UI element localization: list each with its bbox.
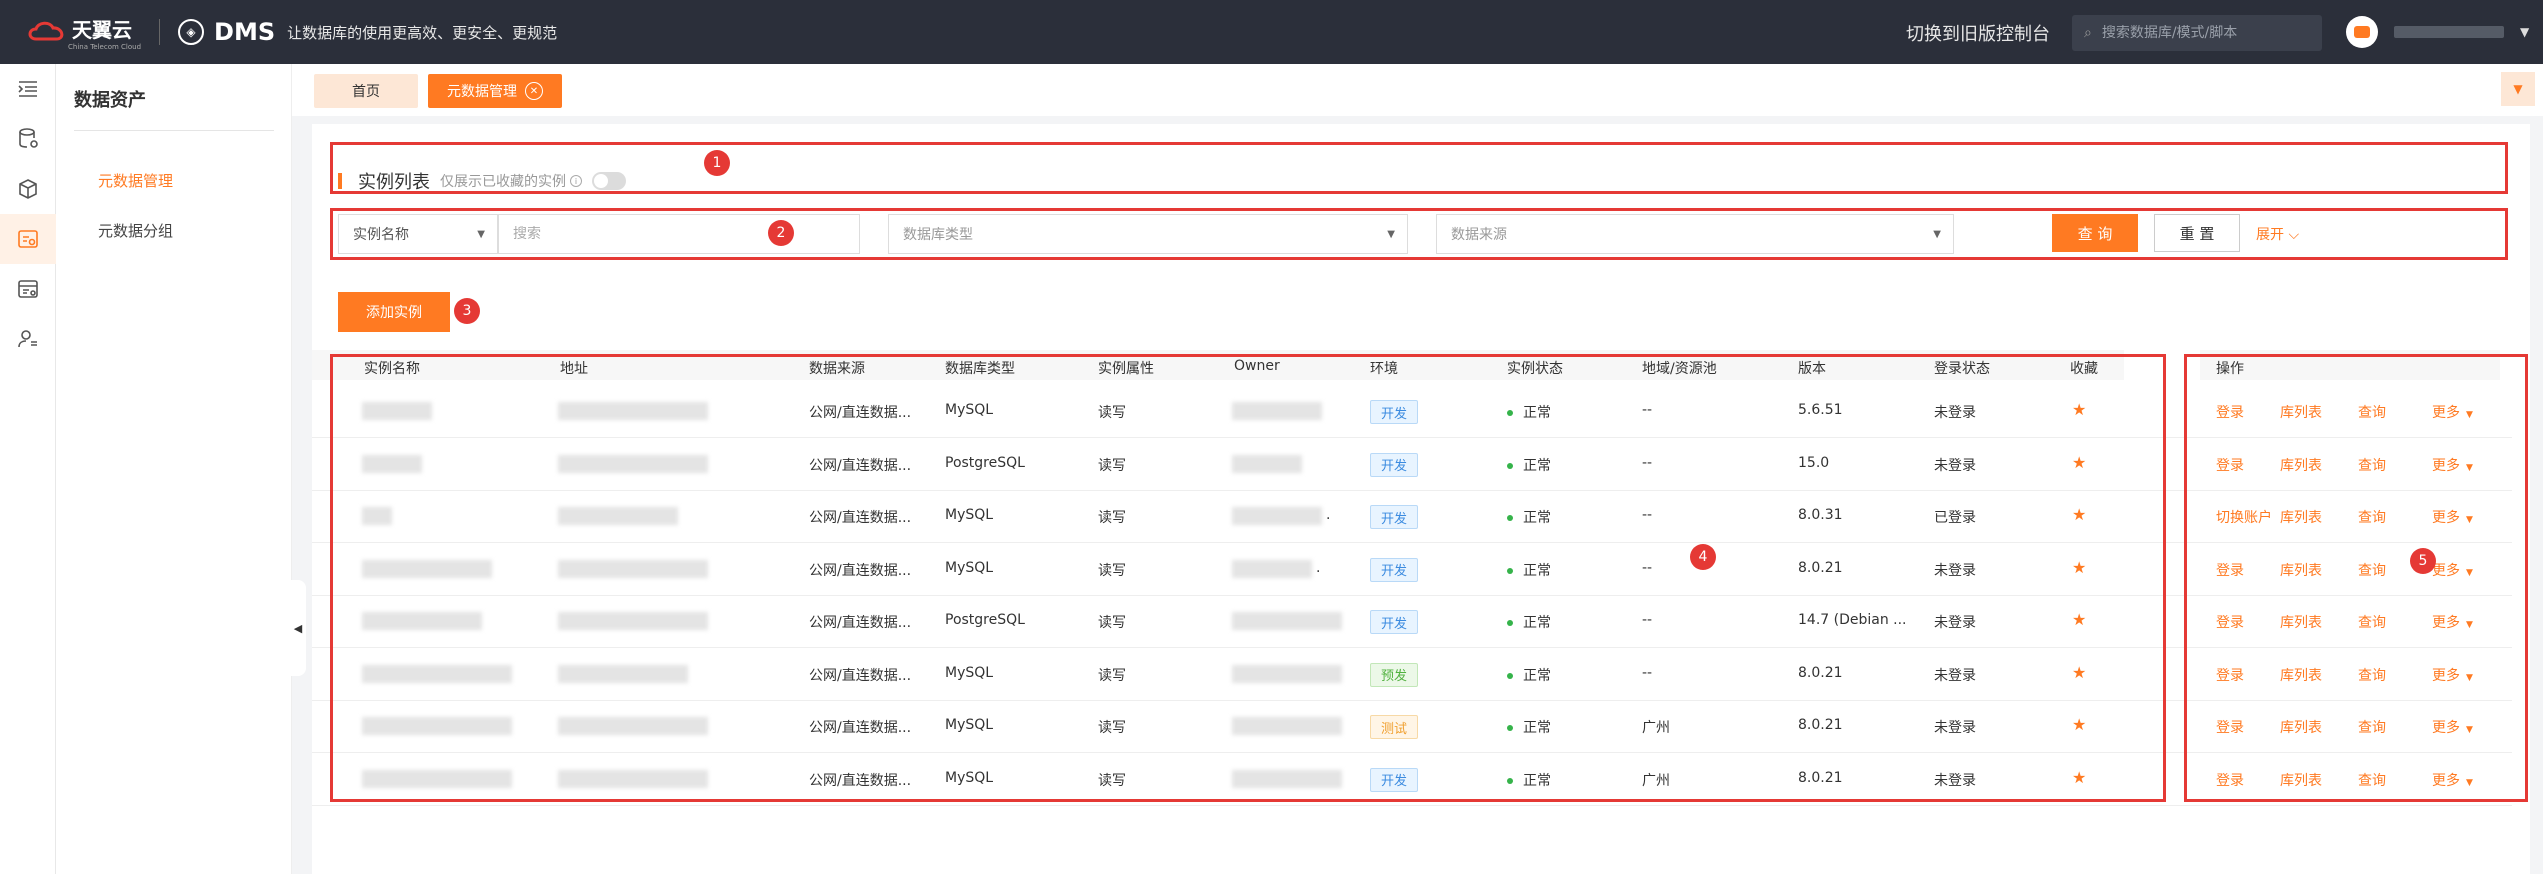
global-search-input[interactable] [2101, 25, 2302, 41]
tab-label: 元数据管理 [447, 84, 517, 100]
annotation-box-4 [330, 354, 2166, 802]
global-search[interactable]: ⌕ [2072, 15, 2322, 51]
tab-home[interactable]: 首页 [314, 74, 418, 108]
tab-metadata-manage[interactable]: 元数据管理 ✕ [428, 74, 562, 108]
search-icon: ⌕ [2084, 25, 2092, 41]
tabs-more-button[interactable]: ▼ [2501, 72, 2535, 106]
cube-icon[interactable] [0, 164, 56, 214]
add-instance-button[interactable]: 添加实例 [338, 292, 450, 332]
user-menu[interactable]: ▼ [2346, 16, 2529, 48]
list-doc-icon[interactable] [0, 264, 56, 314]
annotation-box-5 [2184, 354, 2528, 802]
icon-nav [0, 64, 56, 874]
product-title: DMS [214, 18, 276, 46]
collapse-sidebar-button[interactable]: ◀ [290, 580, 306, 676]
divider [159, 19, 161, 45]
annotation-box-1 [330, 142, 2508, 194]
chevron-down-icon[interactable]: ▼ [2520, 25, 2529, 39]
brand-subtitle: China Telecom Cloud [68, 42, 142, 51]
sidebar-item-metadata-manage[interactable]: 元数据管理 [98, 170, 173, 191]
main-content: 实例列表 仅展示已收藏的实例 i 实例名称 ▼ 数据库类型 ▼ 数据来源 ▼ 查… [312, 124, 2530, 874]
divider [74, 130, 274, 131]
product-slogan: 让数据库的使用更高效、更安全、更规范 [287, 23, 558, 42]
annotation-badge: 4 [1690, 544, 1716, 570]
annotation-badge: 5 [2410, 548, 2436, 574]
sidebar-title: 数据资产 [74, 90, 146, 111]
annotation-badge: 2 [768, 220, 794, 246]
user-manage-icon[interactable] [0, 314, 56, 364]
annotation-box-2 [330, 208, 2508, 260]
switch-old-console-link[interactable]: 切换到旧版控制台 [1906, 20, 2050, 46]
avatar[interactable] [2346, 16, 2378, 48]
sidebar-item-metadata-group[interactable]: 元数据分组 [98, 220, 173, 241]
close-icon[interactable]: ✕ [525, 82, 543, 100]
user-name-redacted [2394, 26, 2504, 38]
tabs-bar: 首页 元数据管理 ✕ ▼ [292, 64, 2543, 116]
database-icon[interactable] [0, 114, 56, 164]
sidebar: 数据资产 元数据管理 元数据分组 [56, 64, 292, 874]
dms-icon: ◈ [178, 19, 205, 45]
annotation-badge: 1 [704, 150, 730, 176]
cloud-logo-icon [28, 21, 64, 41]
menu-toggle-icon[interactable] [0, 64, 56, 114]
data-asset-icon[interactable] [0, 214, 56, 264]
top-navbar: 天翼云 China Telecom Cloud ◈ DMS 让数据库的使用更高效… [0, 0, 2543, 64]
brand-logo[interactable]: 天翼云 China Telecom Cloud [26, 14, 141, 51]
brand-name: 天翼云 [72, 17, 132, 42]
annotation-badge: 3 [454, 298, 480, 324]
